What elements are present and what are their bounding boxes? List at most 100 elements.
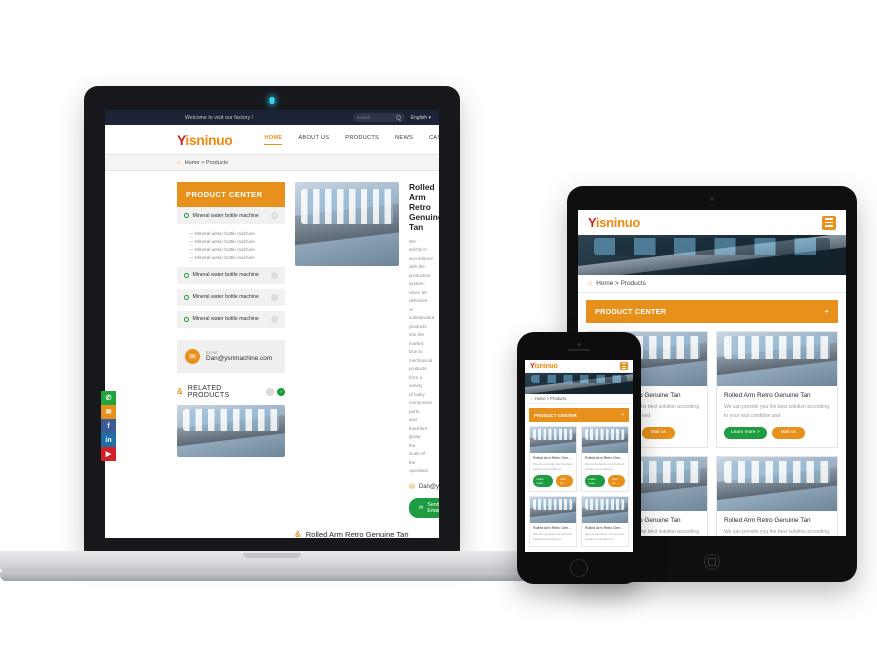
phone-device: Yisninuo ⌂ Home > Products PRODUCT CENTE… [517, 332, 641, 584]
chevron-right-icon[interactable]: › [271, 271, 278, 279]
product-card-actions: Learn more Mail us [585, 474, 625, 487]
product-card-title: Rolled Arm Retro Genuine Tan [724, 516, 811, 524]
send-email-label: Send Email [427, 501, 439, 514]
youtube-icon[interactable]: ▶ [101, 447, 116, 461]
nav-item-case[interactable]: CASE [429, 135, 439, 144]
phone-product-center[interactable]: PRODUCT CENTER + [529, 408, 629, 422]
search-input[interactable]: Search [352, 113, 405, 122]
tablet-home-button[interactable] [704, 554, 720, 570]
product-card[interactable]: Rolled Arm Retro Genuine Tan We can prov… [716, 331, 838, 448]
nav-item-about-us[interactable]: ABOUT US [298, 135, 329, 144]
sidebar-item-2[interactable]: Mineral water bottle machine › [177, 266, 285, 285]
language-selector[interactable]: English ▾ [411, 115, 431, 121]
product-card-title: Rolled Arm Retro Gen... [533, 525, 572, 530]
decor-icon: & [177, 387, 183, 397]
bullet-icon [184, 317, 189, 322]
product-card-title: Rolled Arm Retro Gen... [533, 456, 572, 460]
nav-item-products[interactable]: PRODUCTS [345, 135, 379, 144]
phone-body: Yisninuo ⌂ Home > Products PRODUCT CENTE… [517, 332, 641, 584]
phone-breadcrumb: ⌂ Home > Products [525, 394, 633, 404]
home-icon[interactable]: ⌂ [588, 280, 592, 287]
hamburger-menu-icon[interactable] [822, 215, 836, 230]
search-placeholder: Search [356, 115, 370, 120]
product-card-image [530, 427, 576, 453]
mail-us-button[interactable]: Mail us [641, 426, 675, 439]
home-icon[interactable]: ⌂ [530, 396, 533, 401]
hamburger-menu-icon[interactable] [620, 362, 628, 370]
carousel-next-button[interactable]: › [277, 387, 285, 396]
related-products-title: RELATED PRODUCTS [187, 384, 230, 399]
breadcrumb-text: Home > Products [184, 159, 228, 166]
facebook-icon[interactable]: f [101, 419, 116, 433]
breadcrumb-text: Home > Products [596, 280, 646, 287]
product-card-desc: We can provide you the best solution acc… [724, 528, 829, 535]
product-email[interactable]: ✉ Dan@ysnmachine.com [409, 483, 439, 491]
tablet-breadcrumb: ⌂ Home > Products [578, 275, 846, 293]
product-title: Rolled Arm Retro Genuine Tan [409, 182, 439, 232]
sidebar-subitem[interactable]: — Mineral water bottle machine [177, 254, 285, 262]
mail-us-button[interactable]: Mail us [555, 474, 573, 487]
sidebar-item-label: Mineral water bottle machine [192, 294, 259, 301]
phone-home-button[interactable] [570, 559, 588, 577]
product-card-actions: Learn more > Mail us [724, 426, 830, 439]
sidebar-subitem[interactable]: — Mineral water bottle machine [177, 229, 285, 237]
send-email-button[interactable]: ✉ Send Email [409, 497, 439, 518]
related-products-header: & RELATED PRODUCTS ‹ › [177, 385, 285, 399]
product-card-title: Rolled Arm Retro Genuine Tan [724, 392, 811, 399]
front-camera-icon [577, 343, 581, 346]
laptop-body: Welcome to visit our factory ! Search En… [84, 86, 460, 554]
sidebar-item-4[interactable]: Mineral water bottle machine › [177, 310, 285, 329]
logo[interactable]: Yisninuo [177, 131, 233, 148]
laptop-screen: Welcome to visit our factory ! Search En… [105, 110, 439, 538]
phone-hero-image [525, 373, 633, 394]
product-card-image [530, 496, 576, 523]
product-card[interactable]: Rolled Arm Retro Gen... We can provide y… [529, 495, 577, 547]
sidebar-item-label: Mineral water bottle machine [192, 212, 259, 219]
logo[interactable]: Yisninuo [530, 363, 558, 370]
product-section-title: Rolled Arm Retro Genuine Tan [305, 529, 409, 538]
learn-more-button[interactable]: Learn more [533, 474, 554, 487]
desktop-topbar: Welcome to visit our factory ! Search En… [105, 110, 439, 125]
product-card-desc: We can provide you the best solution acc… [724, 404, 829, 419]
sidebar-subitem[interactable]: — Mineral water bottle machine [177, 245, 285, 253]
tablet-product-center[interactable]: PRODUCT CENTER + [586, 300, 838, 323]
sidebar-email-box[interactable]: ✉ Email: Dan@ysnmachine.com [177, 339, 285, 373]
product-center-label: PRODUCT CENTER [595, 307, 667, 316]
sidebar: PRODUCT CENTER Mineral water bottle mach… [177, 182, 285, 538]
topbar-right: Search English ▾ [352, 113, 431, 122]
logo-text: isninuo [185, 131, 233, 148]
carousel-prev-button[interactable]: ‹ [266, 387, 274, 396]
product-card[interactable]: Rolled Arm Retro Gen... We can provide y… [581, 426, 629, 492]
learn-more-button[interactable]: Learn more [585, 474, 606, 487]
floating-social-rail: ✆ ✉ f in ▶ [101, 391, 116, 461]
whatsapp-icon[interactable]: ✆ [101, 391, 116, 405]
linkedin-icon[interactable]: in [101, 433, 116, 447]
learn-more-button[interactable]: Learn more > [724, 426, 767, 439]
laptop-base-edge [0, 572, 544, 581]
sidebar-subitem[interactable]: — Mineral water bottle machine [177, 237, 285, 245]
expand-icon[interactable]: + [621, 412, 624, 418]
main-menu: HOME ABOUT US PRODUCTS NEWS CASE CONTACT… [264, 135, 439, 145]
home-icon[interactable]: ⌂ [177, 160, 181, 166]
logo[interactable]: Yisninuo [588, 215, 640, 230]
mail-us-button[interactable]: Mail us [607, 474, 625, 487]
related-product-image[interactable] [177, 404, 285, 457]
product-main-image[interactable] [295, 182, 399, 266]
chevron-down-icon[interactable]: ▾ [271, 212, 278, 219]
expand-icon[interactable]: + [824, 307, 829, 316]
chevron-right-icon[interactable]: › [271, 315, 278, 323]
product-card[interactable]: Rolled Arm Retro Gen... We can provide y… [529, 426, 577, 492]
nav-item-home[interactable]: HOME [264, 135, 283, 145]
search-icon[interactable] [395, 115, 401, 120]
product-card-desc: We can provide you the best solution acc… [533, 531, 573, 541]
sidebar-item-3[interactable]: Mineral water bottle machine › [177, 288, 285, 307]
chevron-right-icon[interactable]: › [271, 293, 278, 301]
sidebar-item-1[interactable]: Mineral water bottle machine ▾ [177, 207, 285, 225]
email-icon[interactable]: ✉ [101, 405, 116, 419]
product-card-desc: We can provide you the best solution acc… [585, 462, 625, 471]
mail-us-button[interactable]: Mail us [771, 426, 805, 439]
sidebar-subitems: — Mineral water bottle machine — Mineral… [177, 225, 285, 267]
nav-item-news[interactable]: NEWS [395, 135, 413, 144]
product-card[interactable]: Rolled Arm Retro Gen... We can provide y… [581, 495, 629, 547]
product-card[interactable]: Rolled Arm Retro Genuine Tan We can prov… [716, 455, 838, 536]
